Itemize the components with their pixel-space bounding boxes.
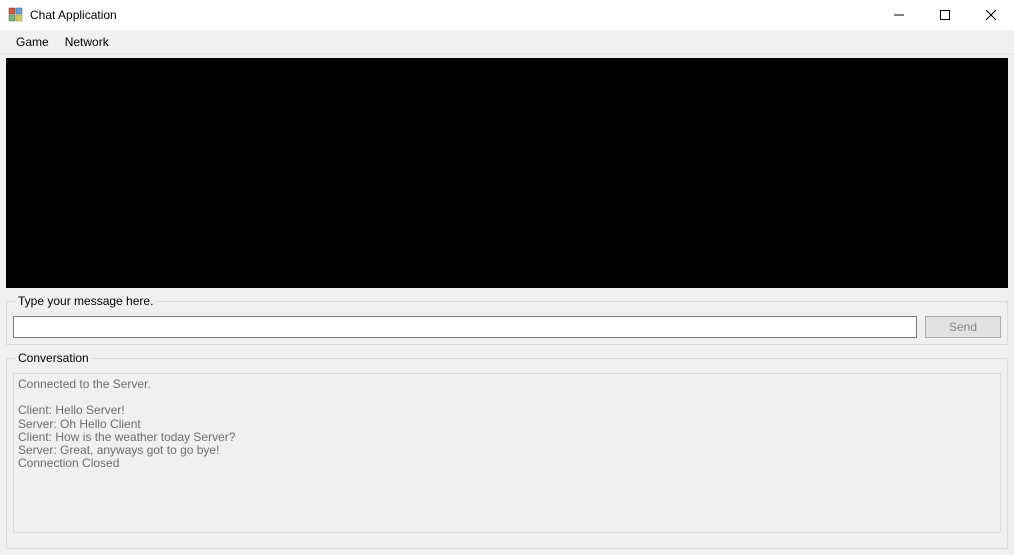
close-button[interactable] [968,0,1014,30]
client-area: Type your message here. Send Conversatio… [0,54,1014,555]
maximize-button[interactable] [922,0,968,30]
minimize-button[interactable] [876,0,922,30]
send-button[interactable]: Send [925,316,1001,338]
message-input-group: Type your message here. Send [6,294,1008,345]
message-input[interactable] [13,316,917,338]
window-title: Chat Application [30,8,117,22]
menu-game[interactable]: Game [8,32,57,52]
display-panel [6,58,1008,288]
conversation-log: Connected to the Server. Client: Hello S… [13,373,1001,533]
menu-network[interactable]: Network [57,32,117,52]
app-icon [8,7,24,23]
input-row: Send [13,316,1001,338]
conversation-group: Conversation Connected to the Server. Cl… [6,351,1008,549]
title-bar: Chat Application [0,0,1014,30]
window-controls [876,0,1014,30]
menu-bar: Game Network [0,30,1014,54]
conversation-legend: Conversation [15,351,92,365]
message-input-legend: Type your message here. [15,294,156,308]
